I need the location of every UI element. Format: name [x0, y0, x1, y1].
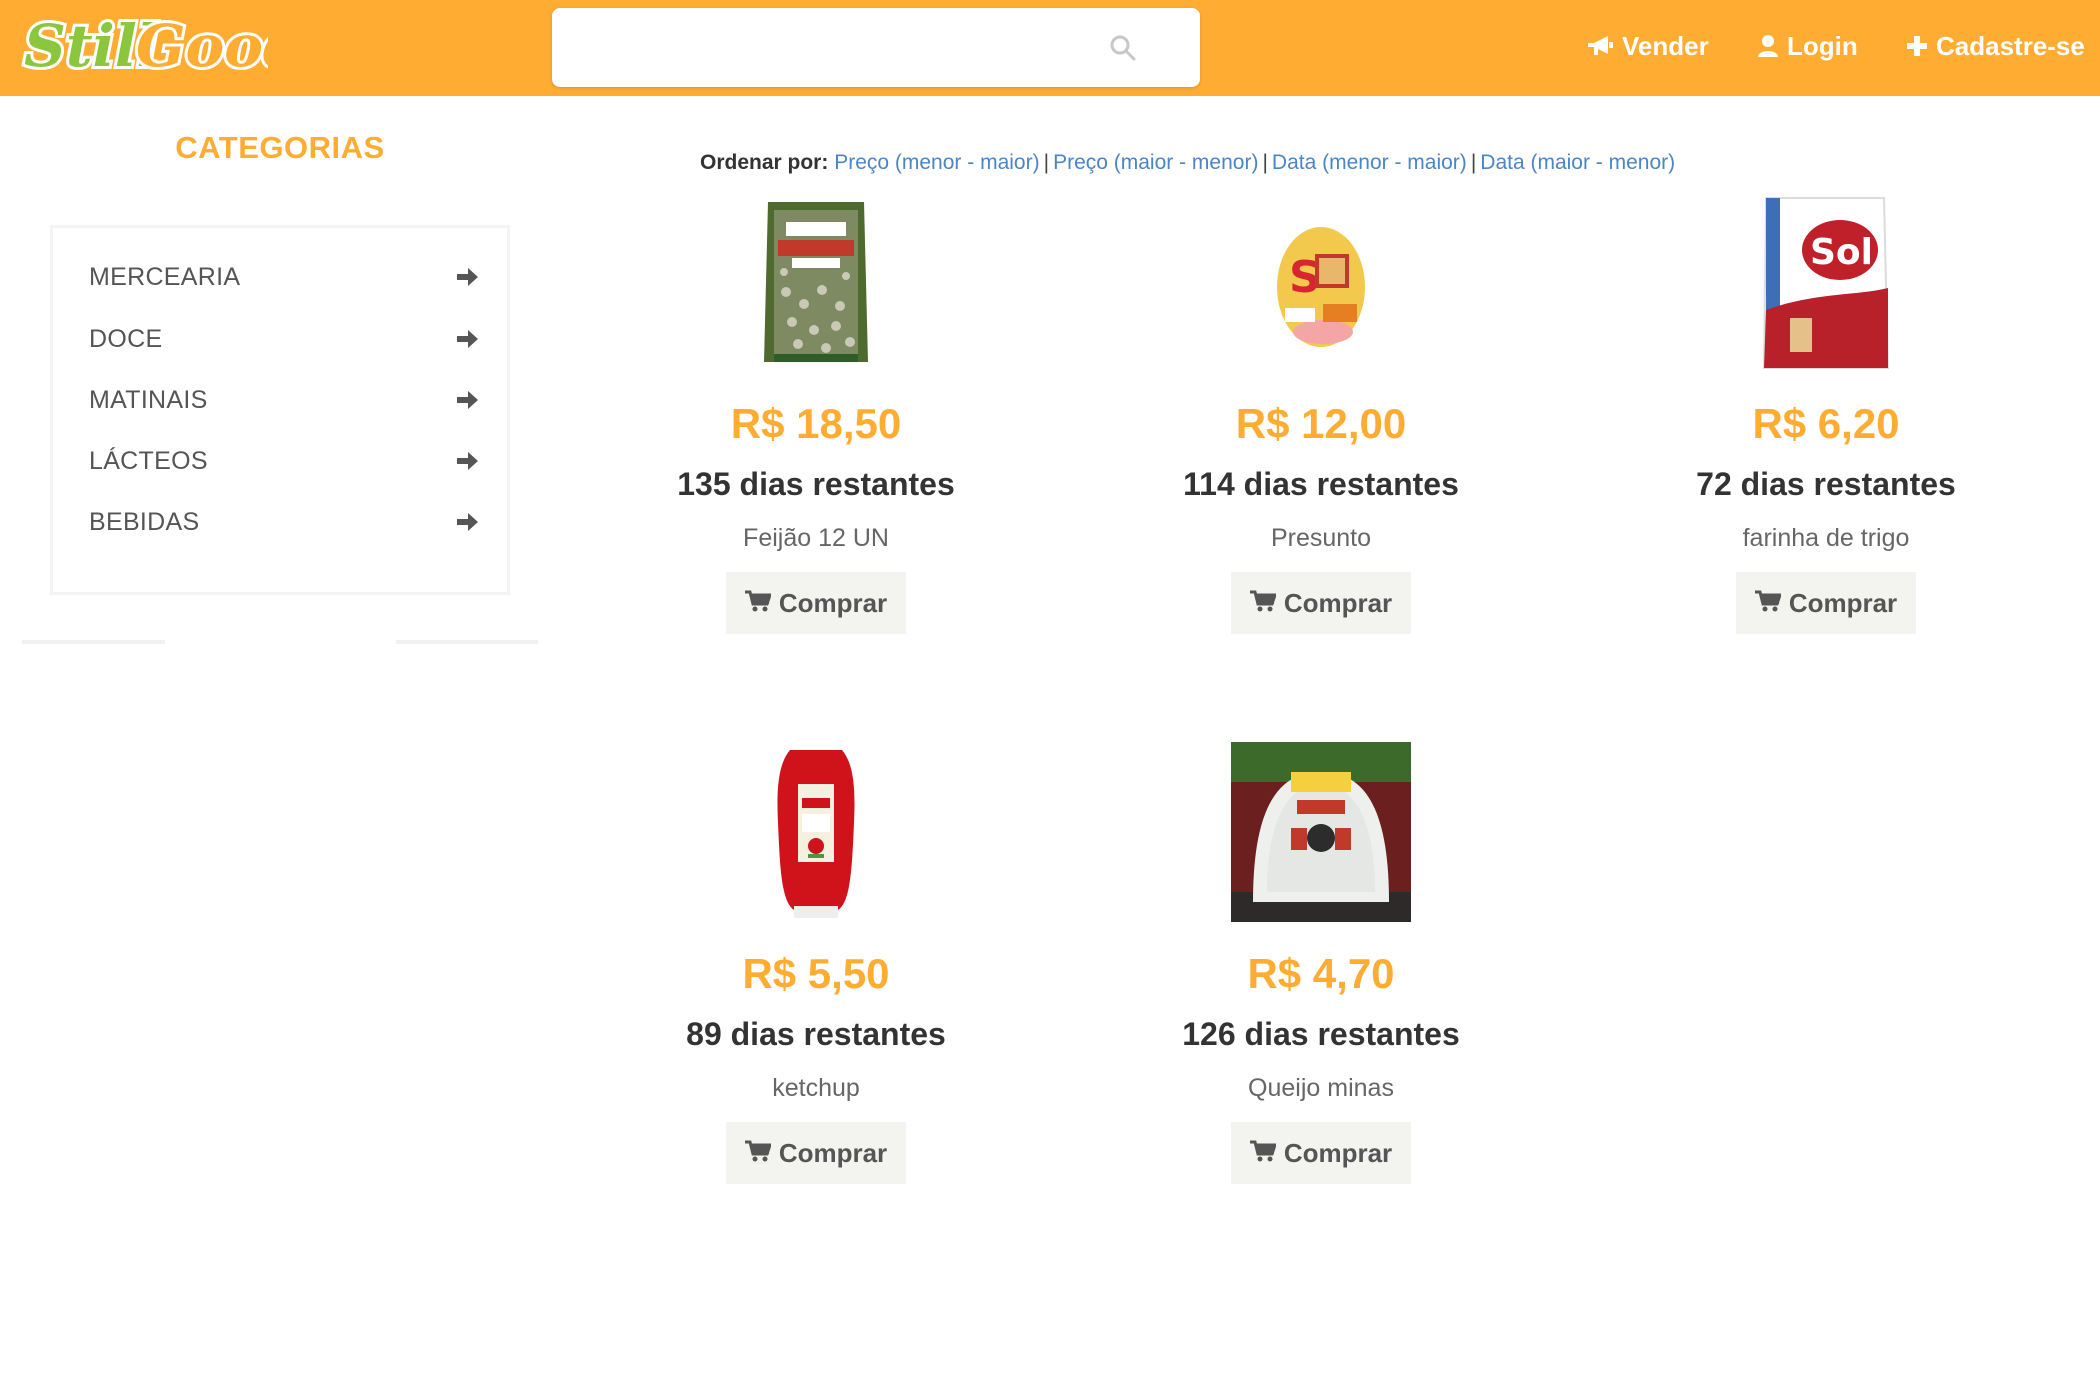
sidebar-divider	[22, 640, 165, 644]
sort-price-asc-link[interactable]: Preço (menor - maior)	[834, 151, 1039, 174]
sort-price-desc-link[interactable]: Preço (maior - menor)	[1053, 151, 1258, 174]
top-navbar: Still Still Good Good Vender	[0, 0, 2100, 96]
sort-date-desc-link[interactable]: Data (maior - menor)	[1480, 151, 1675, 174]
ham-image[interactable]: S	[1231, 192, 1411, 372]
cart-icon	[744, 1138, 772, 1169]
buy-button[interactable]: Comprar	[1231, 572, 1411, 634]
product-days-remaining: 114 dias restantes	[1183, 466, 1459, 502]
sort-separator: |	[1043, 151, 1050, 174]
search-input[interactable]	[566, 22, 1126, 72]
buy-button-label: Comprar	[778, 1137, 888, 1168]
categories-title: CATEGORIAS	[175, 130, 385, 165]
category-item-mercearia[interactable]: MERCEARIA	[89, 255, 479, 299]
buy-button[interactable]: Comprar	[726, 1122, 906, 1184]
nav-vender-label: Vender	[1622, 30, 1709, 61]
nav-login-label: Login	[1787, 30, 1858, 61]
product-days-remaining: 126 dias restantes	[1182, 1016, 1460, 1052]
category-item-matinais[interactable]: MATINAIS	[89, 378, 479, 422]
product-days-remaining: 72 dias restantes	[1696, 466, 1956, 502]
arrow-right-icon	[455, 389, 479, 411]
user-icon	[1757, 34, 1779, 58]
cheese-image[interactable]	[1231, 742, 1411, 922]
sort-date-asc-link[interactable]: Data (menor - maior)	[1272, 151, 1467, 174]
arrow-right-icon	[455, 328, 479, 350]
nav-signup-label: Cadastre-se	[1936, 30, 2085, 61]
product-days-remaining: 135 dias restantes	[677, 466, 955, 502]
buy-button-label: Comprar	[1283, 587, 1393, 618]
product-name: farinha de trigo	[1742, 524, 1910, 552]
search-bar	[552, 8, 1200, 87]
svg-text:Good: Good	[136, 12, 268, 80]
nav-vender-link[interactable]: Vender	[1586, 26, 1709, 66]
svg-text:Sol: Sol	[1810, 232, 1873, 273]
category-item-bebidas[interactable]: BEBIDAS	[89, 500, 479, 544]
sort-separator: |	[1262, 151, 1268, 174]
category-item-lacteos[interactable]: LÁCTEOS	[89, 439, 479, 483]
buy-button-label: Comprar	[1788, 587, 1898, 618]
product-price: R$ 4,70	[1247, 950, 1395, 997]
product-name: Presunto	[1270, 524, 1372, 552]
site-logo[interactable]: Still Still Good Good	[18, 2, 268, 92]
cart-icon	[1754, 588, 1782, 619]
category-label: LÁCTEOS	[89, 446, 208, 475]
logo-image: Still Still Good Good	[21, 9, 268, 83]
category-item-doce[interactable]: DOCE	[89, 317, 479, 361]
arrow-right-icon	[455, 511, 479, 533]
plus-icon	[1906, 35, 1928, 57]
search-icon[interactable]	[1108, 33, 1138, 63]
buy-button[interactable]: Comprar	[726, 572, 906, 634]
buy-button[interactable]: Comprar	[1736, 572, 1916, 634]
categories-panel: MERCEARIA DOCE MATINAIS LÁCTEOS BEBIDAS	[50, 225, 510, 595]
sort-separator: |	[1470, 151, 1477, 174]
product-days-remaining: 89 dias restantes	[686, 1016, 946, 1052]
ketchup-bottle-image[interactable]	[726, 742, 906, 922]
arrow-right-icon	[455, 450, 479, 472]
product-name: Queijo minas	[1248, 1074, 1394, 1102]
product-name: Feijão 12 UN	[743, 524, 889, 552]
flour-bag-image[interactable]: Sol	[1736, 192, 1916, 372]
sidebar-divider	[396, 640, 538, 644]
nav-login-link[interactable]: Login	[1757, 26, 1858, 66]
arrow-right-icon	[455, 266, 479, 288]
category-label: MATINAIS	[89, 385, 208, 414]
product-price: R$ 6,20	[1752, 400, 1900, 447]
cart-icon	[744, 588, 772, 619]
cart-icon	[1249, 588, 1277, 619]
megaphone-icon	[1586, 34, 1614, 58]
nav-signup-link[interactable]: Cadastre-se	[1906, 26, 2085, 66]
category-label: DOCE	[89, 324, 163, 353]
cart-icon	[1249, 1138, 1277, 1169]
buy-button-label: Comprar	[778, 587, 888, 618]
sort-label: Ordenar por:	[700, 151, 829, 174]
product-price: R$ 18,50	[730, 400, 902, 447]
product-price: R$ 12,00	[1235, 400, 1407, 447]
sort-bar: Ordenar por: Preço (menor - maior) | Preço…	[700, 151, 1675, 175]
product-name: ketchup	[772, 1074, 860, 1102]
buy-button[interactable]: Comprar	[1231, 1122, 1411, 1184]
product-price: R$ 5,50	[742, 950, 890, 997]
category-label: MERCEARIA	[89, 262, 241, 291]
bean-bag-image[interactable]	[726, 192, 906, 372]
category-label: BEBIDAS	[89, 507, 200, 536]
buy-button-label: Comprar	[1283, 1137, 1393, 1168]
